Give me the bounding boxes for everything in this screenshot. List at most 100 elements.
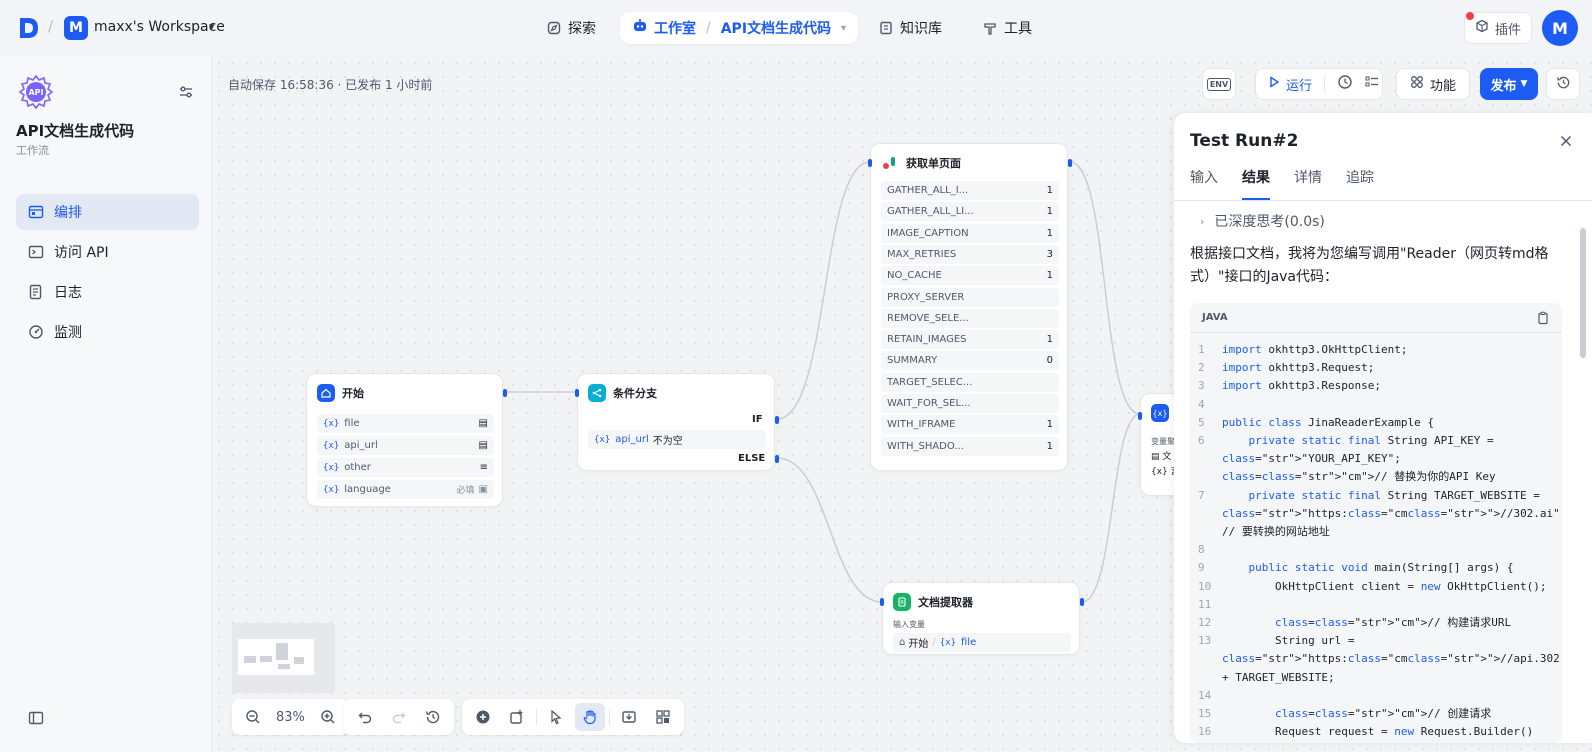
workspace-name[interactable]: maxx's Workspace — [94, 19, 225, 35]
node-if-else[interactable]: 条件分支 IF {x} api_url 不为空 ELSE — [575, 373, 779, 471]
start-var-row: {x} file ▤ — [317, 414, 494, 433]
organize-layout-icon[interactable] — [648, 703, 678, 731]
code-text: OkHttpClient client = new OkHttpClient()… — [1222, 579, 1547, 593]
code-line: 13 String url = class="str">"https:class… — [1198, 632, 1562, 687]
user-avatar[interactable]: M — [1542, 10, 1578, 46]
minimap-node — [244, 656, 256, 663]
breadcrumb-separator: / — [706, 20, 711, 36]
add-node-icon[interactable] — [468, 703, 498, 731]
variable-icon: {x} — [323, 462, 340, 473]
chevron-down-icon: ▼ — [1520, 79, 1528, 89]
nav-studio-label[interactable]: 工作室 — [654, 18, 696, 38]
add-note-icon[interactable] — [502, 703, 532, 731]
sidebar-collapse-icon[interactable] — [28, 710, 44, 726]
hand-icon[interactable] — [575, 703, 605, 731]
line-number: 6 — [1198, 434, 1205, 448]
checklist-icon[interactable] — [1365, 75, 1379, 93]
run-button[interactable]: 运行 — [1286, 75, 1312, 94]
input-port[interactable] — [1138, 412, 1142, 420]
fetch-param-row: IMAGE_CAPTION 1 — [881, 223, 1059, 243]
tab-result[interactable]: 结果 — [1242, 167, 1270, 200]
redo-icon[interactable] — [384, 703, 414, 731]
input-port[interactable] — [575, 389, 579, 397]
sidebar-item-logs[interactable]: 日志 — [16, 274, 199, 310]
var-name: other — [344, 462, 371, 473]
nav-tools[interactable]: 工具 — [982, 12, 1032, 44]
code-line: 7 private static final String TARGET_WEB… — [1198, 487, 1562, 542]
code-line: 6 private static final String API_KEY = … — [1198, 432, 1554, 487]
workspace-avatar[interactable]: M — [64, 16, 88, 40]
dify-logo-icon[interactable] — [18, 16, 40, 40]
tab-detail[interactable]: 详情 — [1294, 167, 1322, 199]
app-type: 工作流 — [16, 144, 49, 157]
chevron-down-icon[interactable]: ▾ — [841, 23, 846, 34]
variable-icon: {x} — [323, 440, 340, 451]
output-port[interactable] — [503, 389, 507, 397]
features-button[interactable]: 功能 — [1396, 68, 1470, 100]
sliders-icon[interactable] — [178, 84, 194, 100]
code-text: private static final String TARGET_WEBSI… — [1222, 488, 1562, 539]
plugin-button[interactable]: 插件 — [1464, 12, 1532, 44]
history-button[interactable] — [1546, 68, 1580, 100]
input-port[interactable] — [868, 159, 872, 167]
aggregator-label: 变量聚 — [1151, 437, 1175, 446]
close-icon[interactable] — [1558, 133, 1574, 149]
nav-knowledge[interactable]: 知识库 — [878, 12, 942, 44]
zoom-toolbar: 83% — [232, 699, 349, 735]
fetch-param-row: NO_CACHE 1 — [881, 266, 1059, 286]
env-button[interactable]: ENV — [1202, 68, 1236, 100]
version-history-icon[interactable] — [418, 703, 448, 731]
project-name[interactable]: API文档生成代码 — [721, 18, 831, 38]
param-name: MAX_RETRIES — [887, 248, 957, 260]
if-port[interactable] — [775, 416, 779, 424]
autosave-status: 自动保存 16:58:36 · 已发布 1 小时前 — [228, 78, 433, 92]
sidebar-item-orchestrate[interactable]: 编排 — [16, 194, 199, 230]
layout-icon — [28, 204, 44, 220]
publish-button[interactable]: 发布 ▼ — [1480, 68, 1538, 100]
zoom-level[interactable]: 83% — [272, 710, 309, 725]
param-name: GATHER_ALL_LI... — [887, 206, 974, 218]
nav-studio[interactable]: 工作室 / API文档生成代码 ▾ — [620, 12, 858, 44]
checklist-clock-icon[interactable] — [1337, 74, 1353, 94]
sidebar-item-monitor[interactable]: 监测 — [16, 314, 199, 350]
zoom-out-icon[interactable] — [238, 703, 268, 731]
output-port[interactable] — [1068, 159, 1072, 167]
thinking-toggle[interactable]: › 已深度思考(0.0s) — [1200, 211, 1325, 231]
notification-dot — [1466, 12, 1474, 20]
param-name: RETAIN_IMAGES — [887, 334, 967, 346]
code-header: JAVA — [1190, 303, 1562, 333]
play-icon[interactable] — [1268, 76, 1280, 92]
node-title: 文档提取器 — [918, 596, 973, 609]
divider — [1324, 76, 1326, 92]
document-icon — [893, 593, 911, 611]
home-icon: ⌂ — [899, 637, 906, 648]
nav-explore[interactable]: 探索 — [546, 12, 596, 44]
line-number: 16 — [1198, 725, 1212, 739]
zoom-in-icon[interactable] — [313, 703, 343, 731]
pointer-icon[interactable] — [541, 703, 571, 731]
chevron-down-icon[interactable]: ▾ — [209, 20, 215, 33]
line-number: 11 — [1198, 597, 1212, 611]
breadcrumb-separator: / — [48, 17, 54, 35]
node-start[interactable]: 开始 {x} file ▤ {x} api_url ▤ {x} other ≡ … — [306, 373, 507, 507]
top-bar: / M maxx's Workspace ▾ 探索 工作室 / API文档生成代… — [0, 0, 1592, 56]
copy-icon[interactable] — [1536, 311, 1550, 325]
input-port[interactable] — [880, 598, 884, 606]
node-fetch-page[interactable]: 获取单页面 GATHER_ALL_I... 1 GATHER_ALL_LI... 1 I… — [868, 143, 1072, 471]
fetch-param-row: WAIT_FOR_SEL... — [881, 394, 1059, 413]
panel-scrollbar[interactable] — [1580, 228, 1586, 358]
fetch-param-row: RETAIN_IMAGES 1 — [881, 330, 1059, 350]
undo-icon[interactable] — [350, 703, 380, 731]
tab-input[interactable]: 输入 — [1190, 167, 1218, 199]
sidebar-item-api[interactable]: 访问 API — [16, 234, 199, 270]
tab-trace[interactable]: 追踪 — [1346, 167, 1374, 199]
else-port[interactable] — [775, 455, 779, 463]
export-image-icon[interactable] — [614, 703, 644, 731]
var-name: language — [344, 484, 391, 495]
output-port[interactable] — [1080, 598, 1084, 606]
node-doc-extractor[interactable]: 文档提取器 输入变量 ⌂ 开始 / {x} file — [880, 582, 1084, 655]
publish-label: 发布 — [1490, 78, 1517, 94]
line-number: 1 — [1198, 343, 1205, 356]
code-text: String url = class="str">"https:class="c… — [1222, 634, 1562, 684]
minimap[interactable] — [232, 623, 335, 693]
